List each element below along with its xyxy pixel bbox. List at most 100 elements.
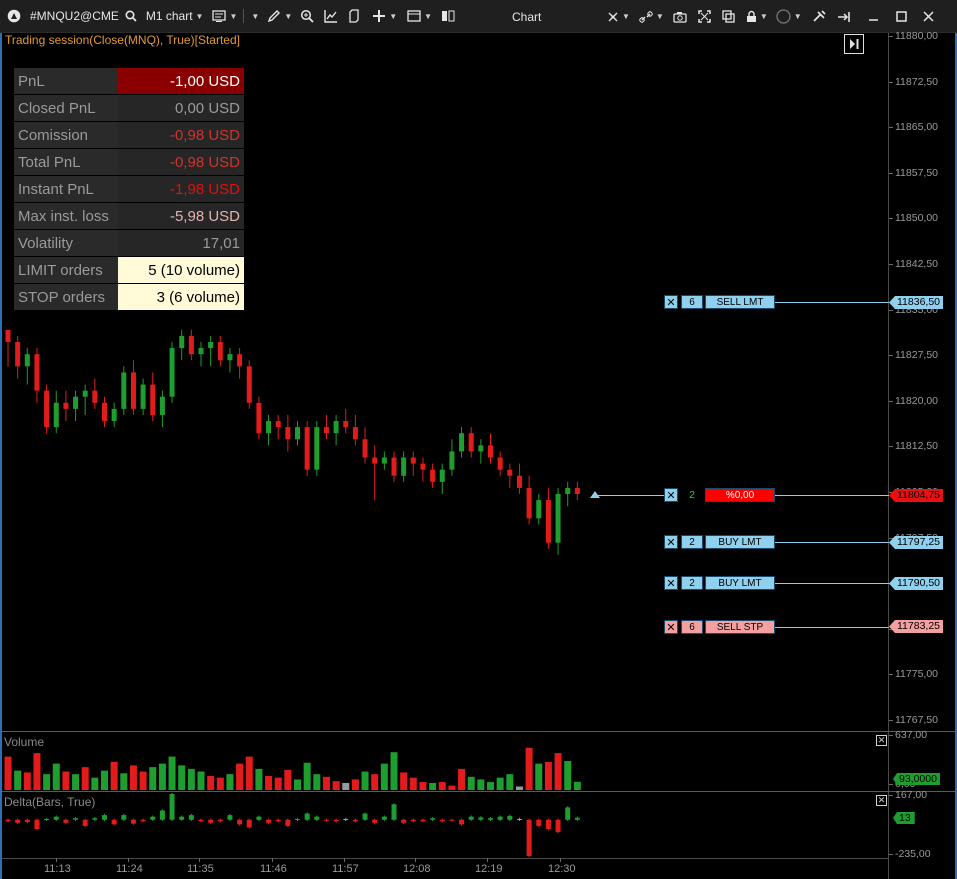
fullscreen-icon[interactable] (690, 0, 714, 33)
indicator-icon[interactable] (317, 0, 341, 33)
cancel-order-icon[interactable]: ✕ (664, 535, 678, 549)
cancel-order-icon[interactable]: ✕ (664, 295, 678, 309)
chart-type-dropdown[interactable]: ▼ (206, 0, 240, 33)
crosshair-dropdown[interactable]: ▼ (363, 0, 400, 33)
delta-bar (574, 816, 580, 821)
symbol-selector[interactable]: #MNQU2@CME (24, 0, 122, 33)
volume-bar (4, 756, 12, 790)
order-label[interactable]: SELL STP (705, 620, 775, 634)
search-icon[interactable] (122, 0, 140, 33)
order-label[interactable]: %0,00 (705, 488, 775, 502)
volume-bar (178, 765, 186, 790)
template-icon[interactable] (341, 0, 363, 33)
sync-dropdown[interactable]: ▼ (604, 0, 633, 33)
volume-pane[interactable]: Volume ✕ (2, 731, 888, 791)
drawing-tools-dropdown[interactable]: ▼ (262, 0, 295, 33)
book-icon[interactable] (435, 0, 458, 33)
app-logo-icon[interactable] (0, 0, 24, 33)
delta-pane[interactable]: Delta(Bars, True) ✕ (2, 791, 888, 858)
volume-bar (419, 782, 427, 790)
play-button[interactable] (844, 34, 864, 54)
delta-bar (314, 815, 320, 821)
play-icon (850, 39, 859, 49)
link-dropdown[interactable]: ▼ (633, 0, 667, 33)
candle (169, 342, 175, 403)
pnl-row: LIMIT orders 5 (10 volume) (14, 257, 244, 283)
maximize-icon[interactable] (882, 0, 910, 33)
delta-bar (323, 818, 329, 822)
volume-bar (72, 774, 80, 790)
timeframe-dropdown[interactable]: M1 chart ▼ (140, 0, 207, 33)
order-label[interactable]: BUY LMT (705, 576, 775, 590)
candle (111, 402, 117, 428)
volume-bar (120, 773, 128, 790)
candle (140, 378, 146, 415)
order-quantity[interactable]: 6 (681, 620, 703, 634)
candle (314, 421, 320, 476)
candle (439, 463, 445, 494)
delta-bar (188, 813, 194, 821)
order-quantity[interactable]: 6 (681, 295, 703, 309)
tools-icon[interactable] (805, 0, 829, 33)
position-line (596, 495, 664, 496)
candle (545, 487, 551, 549)
window-layout-dropdown[interactable]: ▼ (400, 0, 435, 33)
order-label[interactable]: BUY LMT (705, 535, 775, 549)
cancel-order-icon[interactable]: ✕ (664, 576, 678, 590)
cancel-order-icon[interactable]: ✕ (664, 620, 678, 634)
delta-bar (410, 818, 416, 823)
time-axis[interactable]: 11:13 11:24 11:35 11:46 11:57 12:08 12:19 12:30 (2, 858, 888, 879)
time-axis-label: 12:19 (475, 858, 503, 875)
order-price-tag[interactable]: 11804,75 (889, 489, 943, 502)
candle (102, 396, 107, 428)
candle (256, 396, 262, 440)
pin-icon[interactable] (829, 0, 854, 33)
lock-icon (746, 10, 756, 22)
candle (63, 390, 69, 422)
order-price-tag[interactable]: 11836,50 (889, 296, 943, 309)
candle (574, 481, 580, 501)
volume-bar (52, 763, 60, 790)
pnl-row-label: Max inst. loss (14, 203, 118, 229)
candle (410, 451, 416, 476)
order-line[interactable] (775, 302, 889, 303)
price-axis-label: 11880,00 (888, 30, 939, 42)
order-label[interactable]: SELL LMT (705, 295, 775, 309)
order-line[interactable] (775, 542, 889, 543)
cancel-order-icon[interactable]: ✕ (664, 488, 678, 502)
order-line[interactable] (775, 495, 889, 496)
volume-bar (139, 771, 147, 790)
order-price-tag[interactable]: 11783,25 (889, 620, 943, 633)
delta-bar (565, 806, 571, 821)
order-quantity[interactable]: 2 (681, 488, 703, 502)
lock-dropdown[interactable]: ▼ (738, 0, 771, 33)
candle (459, 427, 465, 458)
color-dropdown[interactable]: ▼ (771, 0, 805, 33)
minimize-icon[interactable] (854, 0, 882, 33)
order-line[interactable] (775, 627, 889, 628)
candle (323, 414, 329, 440)
camera-icon[interactable] (667, 0, 690, 33)
zoom-icon[interactable] (295, 0, 317, 33)
delta-bar (449, 818, 455, 822)
pnl-row-value: 3 (6 volume) (118, 284, 244, 310)
pnl-row-value: -5,98 USD (118, 203, 244, 229)
entry-arrow-icon (590, 491, 600, 498)
close-icon[interactable] (910, 0, 937, 33)
order-quantity[interactable]: 2 (681, 535, 703, 549)
order-price-tag[interactable]: 11790,50 (889, 577, 943, 590)
candle (526, 475, 532, 525)
pnl-row-label: Closed PnL (14, 95, 118, 121)
candle (295, 421, 300, 446)
order-line[interactable] (775, 583, 889, 584)
order-quantity[interactable]: 2 (681, 576, 703, 590)
candle (343, 408, 349, 434)
price-axis-label: 11850,00 (888, 212, 939, 225)
order-price-tag[interactable]: 11797,25 (889, 536, 943, 549)
delta-bar (430, 816, 436, 821)
indicators-dropdown[interactable]: ▼ (240, 0, 262, 33)
chevron-down-icon: ▼ (793, 12, 802, 21)
copy-icon[interactable] (714, 0, 738, 33)
delta-bar (555, 818, 561, 834)
delta-bar (285, 818, 291, 828)
